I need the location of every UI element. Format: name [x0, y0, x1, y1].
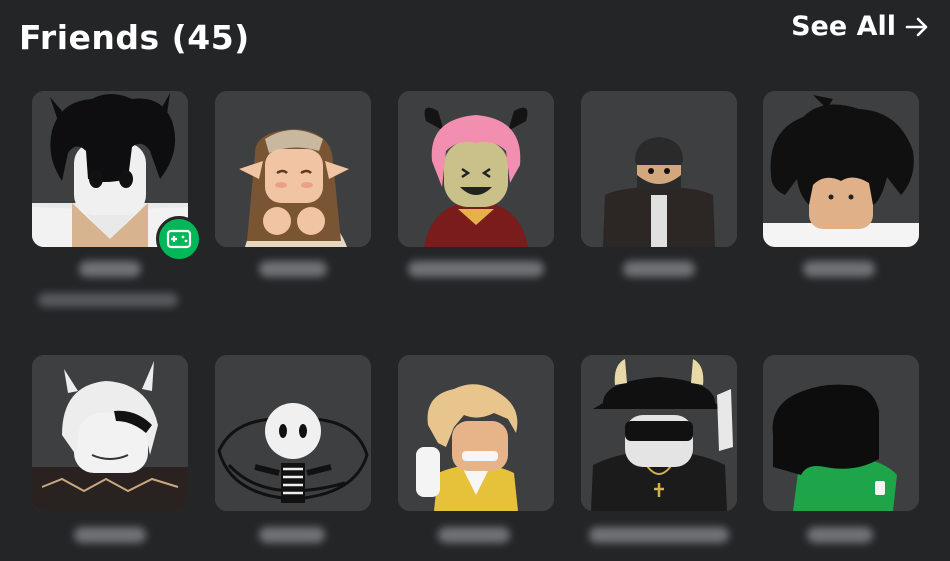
friend-tile[interactable]: [398, 355, 554, 551]
gamepad-icon: [166, 229, 192, 249]
friend-avatar[interactable]: [215, 355, 371, 511]
friend-avatar[interactable]: [581, 355, 737, 511]
friend-tile[interactable]: [32, 91, 202, 321]
friend-avatar[interactable]: [398, 355, 554, 511]
friend-name: [74, 527, 146, 543]
friend-name: [438, 527, 510, 543]
friend-status: [38, 293, 178, 307]
friend-tile[interactable]: [581, 355, 737, 551]
friend-tile[interactable]: [763, 91, 919, 291]
friends-grid: [0, 0, 950, 561]
friend-tile[interactable]: [215, 355, 371, 551]
friend-name: [408, 261, 544, 277]
friend-tile[interactable]: [581, 91, 737, 291]
friend-avatar[interactable]: [763, 355, 919, 511]
friend-tile[interactable]: [398, 91, 554, 291]
friend-name: [259, 527, 325, 543]
friend-tile[interactable]: [763, 355, 919, 551]
friend-tile[interactable]: [215, 91, 371, 291]
friend-name: [807, 527, 873, 543]
friend-name: [623, 261, 695, 277]
friend-name: [803, 261, 875, 277]
friend-name: [259, 261, 327, 277]
friend-avatar[interactable]: [398, 91, 554, 247]
friend-avatar[interactable]: [581, 91, 737, 247]
friend-name: [79, 261, 141, 277]
friend-avatar[interactable]: [215, 91, 371, 247]
in-game-badge: [156, 216, 202, 262]
friend-name: [589, 527, 729, 543]
friend-tile[interactable]: [32, 355, 188, 551]
friend-avatar[interactable]: [32, 355, 188, 511]
friend-avatar[interactable]: [763, 91, 919, 247]
